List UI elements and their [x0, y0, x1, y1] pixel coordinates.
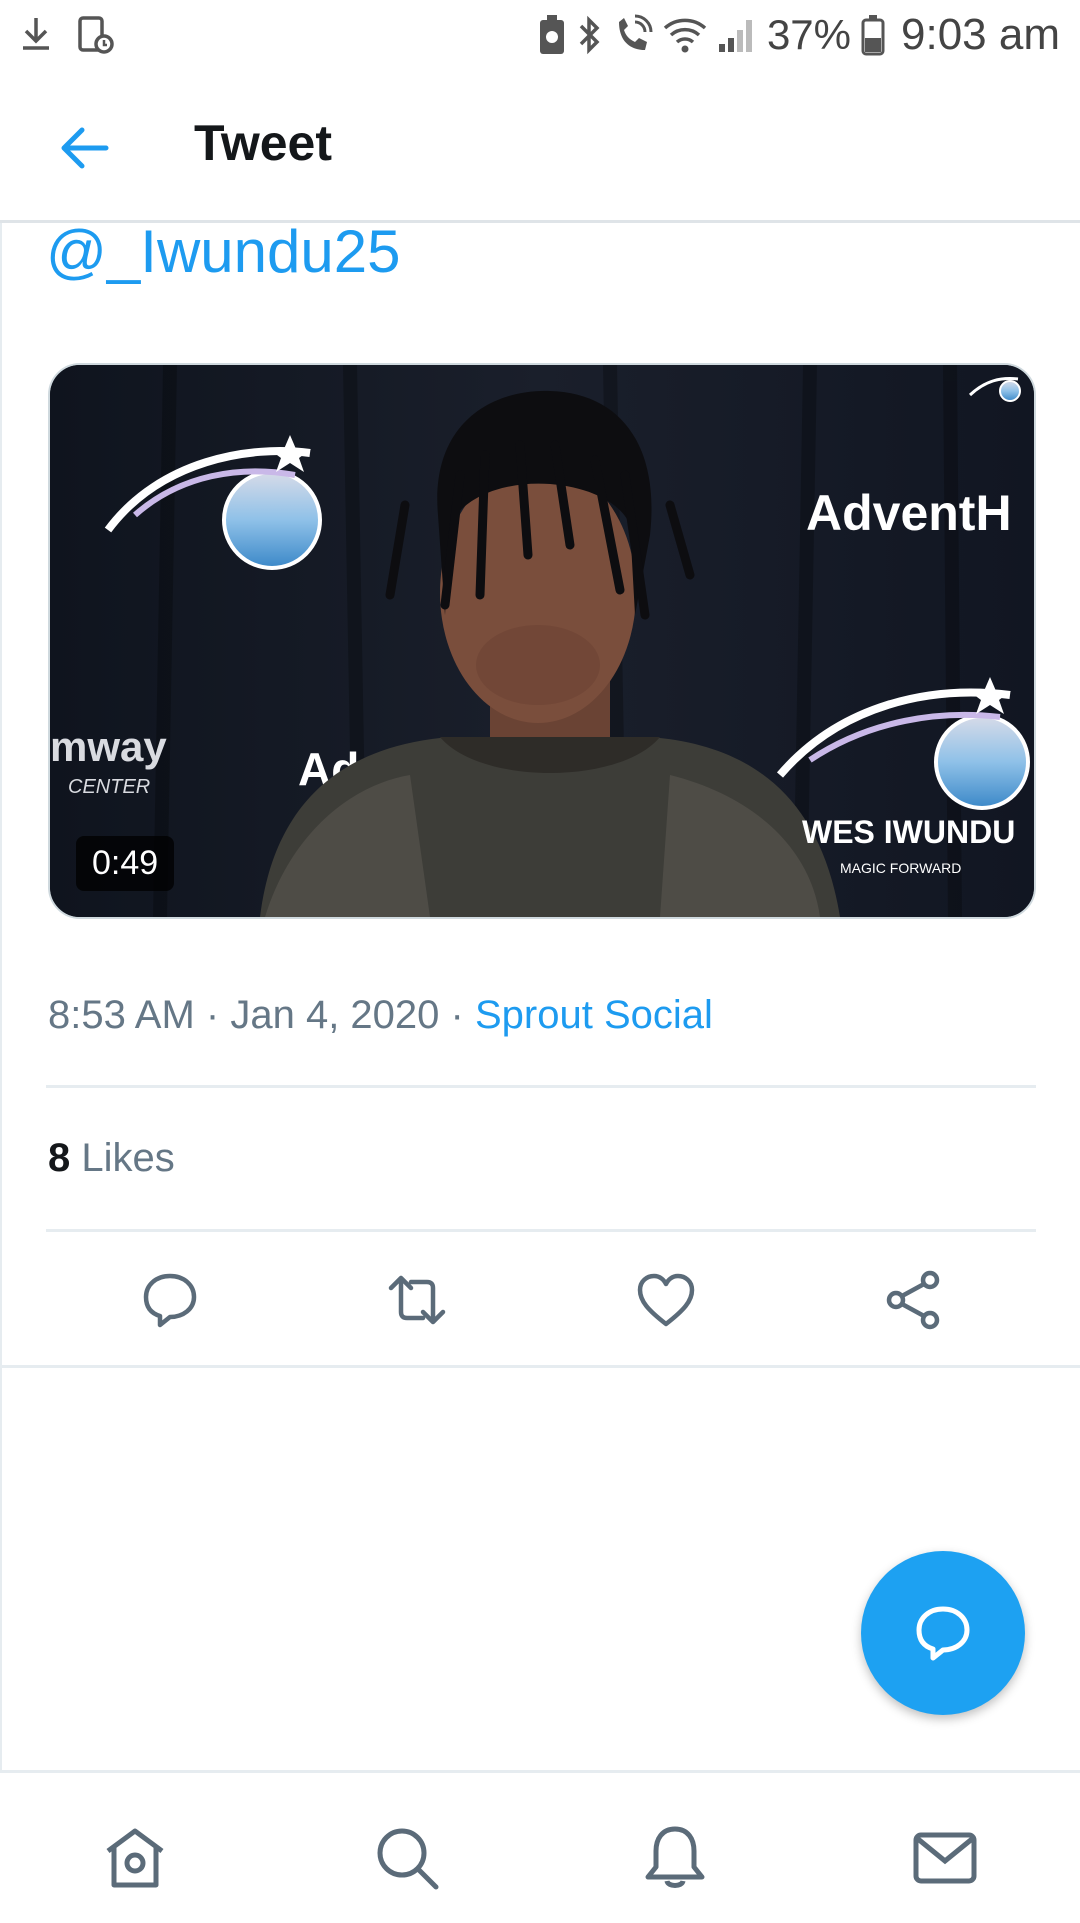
bluetooth-icon	[579, 15, 600, 55]
video-player[interactable]: AdventH Adv mway CENTER WES IWUNDU MAGIC…	[48, 363, 1036, 919]
likes-count[interactable]: 8 Likes	[48, 1136, 175, 1181]
top-app-bar: Tweet	[0, 76, 1080, 223]
sponsor-text: AdventH	[806, 485, 1012, 541]
meta-separator: ·	[205, 993, 220, 1037]
tweet-detail: @_Iwundu25 AdventH Adv mway CENTER WES I…	[0, 218, 1080, 1770]
search-icon[interactable]	[372, 1823, 442, 1893]
clock: 9:03 am	[901, 10, 1060, 59]
divider	[46, 1085, 1036, 1088]
back-arrow-icon[interactable]	[56, 120, 112, 176]
status-bar: 37% 9:03 am	[0, 0, 1080, 76]
tweet-actions	[2, 1268, 1078, 1348]
retweet-icon[interactable]	[385, 1268, 449, 1332]
signal-icon	[718, 20, 752, 52]
download-icon	[23, 18, 49, 50]
wifi-icon	[663, 18, 707, 53]
player-name-text: WES IWUNDU	[802, 814, 1015, 850]
sponsor-text: mway	[50, 723, 167, 770]
divider	[2, 1365, 1080, 1368]
tweet-meta: 8:53 AM · Jan 4, 2020 · Sprout Social	[48, 993, 713, 1038]
likes-label: Likes	[81, 1136, 175, 1180]
wifi-calling-icon	[618, 14, 653, 50]
likes-number: 8	[48, 1136, 71, 1180]
share-icon[interactable]	[882, 1268, 946, 1332]
screen-lock-icon	[78, 16, 114, 54]
compose-reply-button[interactable]	[861, 1551, 1025, 1715]
tweet-source-link[interactable]: Sprout Social	[475, 993, 713, 1037]
mention-link[interactable]: @_Iwundu25	[46, 217, 401, 286]
like-icon[interactable]	[634, 1268, 698, 1332]
tweet-time: 8:53 AM	[48, 993, 195, 1037]
meta-separator: ·	[450, 993, 464, 1037]
player-role-text: MAGIC FORWARD	[840, 860, 961, 876]
notifications-icon[interactable]	[640, 1823, 710, 1893]
battery-saver-icon	[539, 15, 564, 54]
battery-icon	[861, 15, 885, 56]
battery-percent: 37%	[766, 11, 852, 58]
reply-icon[interactable]	[138, 1268, 202, 1332]
video-duration: 0:49	[76, 836, 175, 891]
divider	[46, 1229, 1036, 1232]
tweet-date: Jan 4, 2020	[230, 993, 440, 1037]
bottom-nav	[0, 1770, 1080, 1923]
reply-icon	[916, 1606, 970, 1661]
home-icon[interactable]	[100, 1823, 170, 1893]
messages-icon[interactable]	[910, 1823, 980, 1893]
page-title: Tweet	[194, 115, 332, 171]
sponsor-text: CENTER	[68, 776, 150, 798]
video-frame: AdventH Adv mway CENTER WES IWUNDU MAGIC…	[50, 365, 1034, 917]
